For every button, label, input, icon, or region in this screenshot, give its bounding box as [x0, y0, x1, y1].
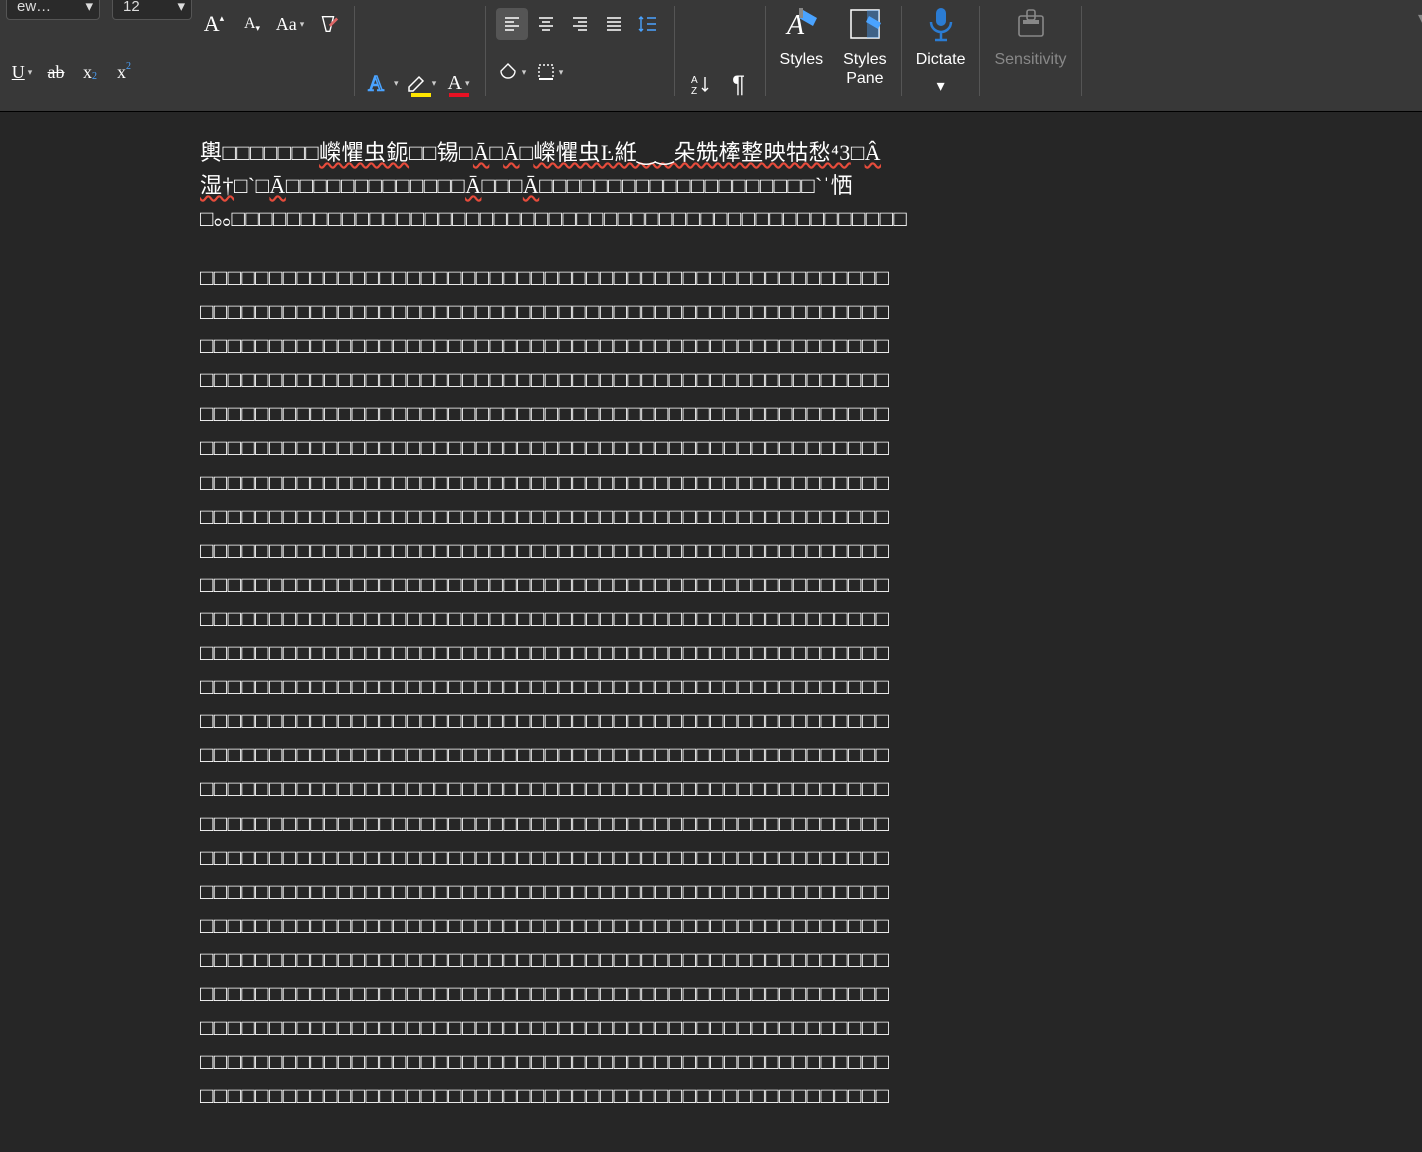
- separator: [354, 6, 355, 96]
- doc-tofu-block: □□□□□□□□□□□□□□□□□□□□□□□□□□□□□□□□□□□□□□□□…: [200, 261, 1190, 1113]
- dictate-label: Dictate: [916, 50, 966, 69]
- clear-formatting-button[interactable]: [312, 8, 344, 40]
- align-center-button[interactable]: [530, 8, 562, 40]
- change-case-button[interactable]: Aa▾: [274, 8, 306, 40]
- subscript-button[interactable]: x2: [74, 56, 106, 88]
- doc-line-2: 湿†□`□Ā□□□□□□□□□□□□□Ā□□□Ā□□□□□□□□□□□□□□□□…: [200, 169, 1190, 202]
- doc-line-1: 輿□□□□□□□嶸懼虫鈪□□锡□Ā□Ā□嶸懼虫Ŀ絍‿‿朵兟㯠整映牯愁⁴3□Â: [200, 136, 1190, 169]
- chevron-down-icon: ▾: [1418, 8, 1422, 28]
- show-marks-button[interactable]: ¶: [723, 69, 755, 101]
- styles-pane-label: Styles Pane: [843, 50, 887, 88]
- styles-pane-button[interactable]: Styles Pane: [833, 0, 897, 100]
- font-name-value: ew…: [17, 0, 51, 15]
- strikethrough-button[interactable]: ab: [40, 56, 72, 88]
- chevron-down-icon: ▾: [85, 0, 93, 15]
- font-size-combo[interactable]: 12 ▾: [112, 0, 192, 20]
- highlight-color-button[interactable]: ▾: [405, 67, 437, 99]
- document-area[interactable]: 輿□□□□□□□嶸懼虫鈪□□锡□Ā□Ā□嶸懼虫Ŀ絍‿‿朵兟㯠整映牯愁⁴3□Â 湿…: [0, 112, 1422, 1152]
- font-color-button[interactable]: A ▾: [443, 67, 475, 99]
- font-size-value: 12: [123, 0, 140, 15]
- shrink-font-button[interactable]: A▾: [236, 8, 268, 40]
- shading-button[interactable]: ▾: [496, 56, 528, 88]
- font-group: ew… ▾ 12 ▾ A▴ A▾ Aa▾ U▾ ab x2 x2: [0, 0, 350, 111]
- separator: [765, 6, 766, 96]
- svg-text:A: A: [691, 75, 698, 86]
- align-right-button[interactable]: [564, 8, 596, 40]
- justify-button[interactable]: [598, 8, 630, 40]
- separator: [674, 6, 675, 96]
- sort-button[interactable]: AZ: [685, 69, 717, 101]
- sensitivity-label: Sensitivity: [994, 50, 1066, 69]
- doc-line-3: □ೲ□□□□□□□□□□□□□□□□□□□□□□□□□□□□□□□□□□□□□□…: [200, 202, 1190, 235]
- sensitivity-button[interactable]: Sensitivity ▾: [984, 0, 1076, 100]
- styles-button[interactable]: A Styles: [770, 0, 834, 100]
- svg-text:A: A: [368, 72, 384, 96]
- grow-font-button[interactable]: A▴: [198, 8, 230, 40]
- separator: [485, 6, 486, 96]
- font-name-combo[interactable]: ew… ▾: [6, 0, 100, 20]
- borders-button[interactable]: ▾: [534, 56, 566, 88]
- dictate-button[interactable]: Dictate ▾: [906, 0, 976, 100]
- align-left-button[interactable]: [496, 8, 528, 40]
- superscript-button[interactable]: x2: [108, 56, 140, 88]
- sort-show-group: AZ ¶: [679, 0, 761, 111]
- ribbon: ew… ▾ 12 ▾ A▴ A▾ Aa▾ U▾ ab x2 x2: [0, 0, 1422, 112]
- text-effects-button[interactable]: A ▾: [365, 67, 399, 99]
- separator: [979, 6, 980, 96]
- underline-button[interactable]: U▾: [6, 56, 38, 88]
- paragraph-group: ▾ ▾: [490, 0, 670, 111]
- styles-label: Styles: [780, 50, 824, 69]
- chevron-down-icon: ▾: [937, 76, 945, 96]
- line-spacing-button[interactable]: [632, 8, 664, 40]
- chevron-down-icon: ▾: [177, 0, 185, 15]
- svg-text:Z: Z: [691, 86, 697, 97]
- text-color-group: A ▾ ▾ A ▾: [359, 0, 481, 111]
- separator: [1081, 6, 1082, 96]
- document-page[interactable]: 輿□□□□□□□嶸懼虫鈪□□锡□Ā□Ā□嶸懼虫Ŀ絍‿‿朵兟㯠整映牯愁⁴3□Â 湿…: [200, 112, 1190, 1113]
- separator: [901, 6, 902, 96]
